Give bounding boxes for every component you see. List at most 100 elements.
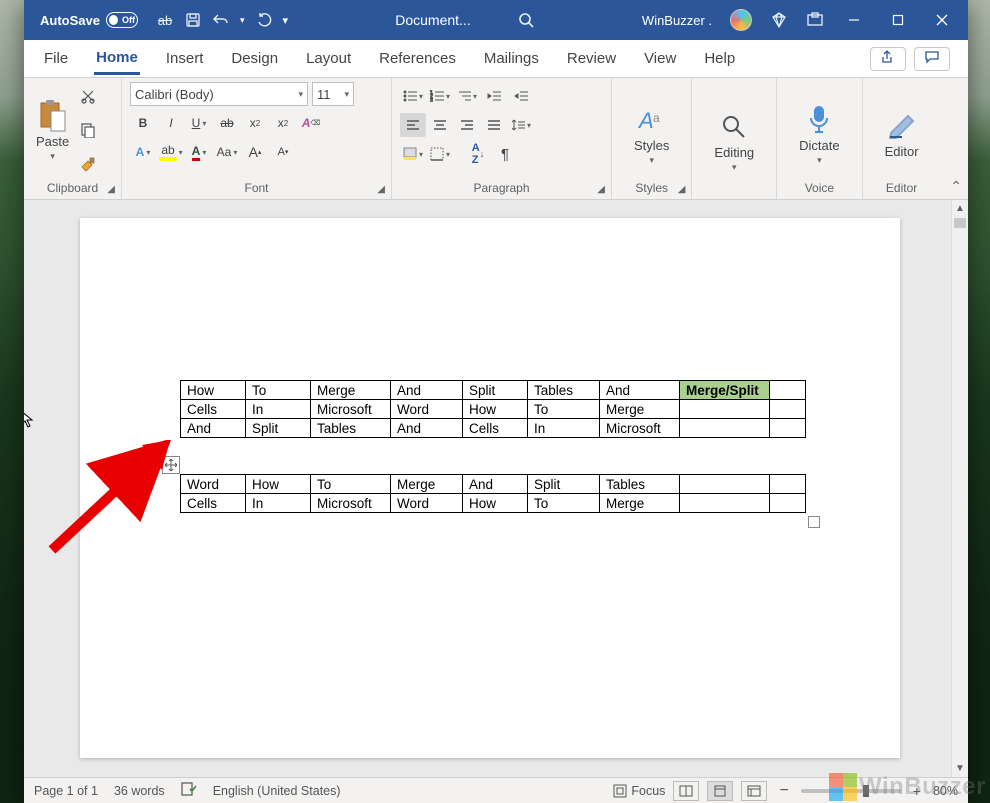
table-cell[interactable]	[680, 475, 770, 494]
font-size-combo[interactable]: 11▾	[312, 82, 354, 106]
shading-button[interactable]	[400, 142, 426, 166]
table-cell[interactable]: To	[528, 400, 600, 419]
table-cell[interactable]: And	[391, 419, 463, 438]
table-cell[interactable]	[770, 381, 806, 400]
table-cell[interactable]: To	[311, 475, 391, 494]
close-button[interactable]	[920, 0, 964, 40]
table-cell[interactable]: Tables	[528, 381, 600, 400]
tab-design[interactable]: Design	[229, 44, 280, 73]
bold-button[interactable]: B	[130, 111, 156, 135]
zoom-out-button[interactable]: −	[775, 782, 792, 800]
language-indicator[interactable]: English (United States)	[213, 784, 341, 798]
table-cell[interactable]: Merge	[311, 381, 391, 400]
table-cell[interactable]: How	[463, 494, 528, 513]
sort-button[interactable]: AZ↓	[465, 142, 491, 166]
table-cell[interactable]: Word	[391, 400, 463, 419]
page[interactable]: HowToMergeAndSplitTablesAndMerge/SplitCe…	[80, 218, 900, 758]
minimize-button[interactable]	[832, 0, 876, 40]
table-resize-handle-icon[interactable]	[808, 516, 820, 528]
decrease-indent-button[interactable]	[481, 84, 507, 108]
styles-launcher-icon[interactable]: ◢	[678, 184, 686, 195]
table-cell[interactable]	[770, 400, 806, 419]
tab-insert[interactable]: Insert	[164, 44, 206, 73]
bullets-button[interactable]	[400, 84, 426, 108]
table-cell[interactable]: Tables	[311, 419, 391, 438]
table-cell[interactable]: Word	[181, 475, 246, 494]
search-icon[interactable]	[517, 11, 535, 29]
user-avatar-icon[interactable]	[730, 9, 752, 31]
document-area[interactable]: HowToMergeAndSplitTablesAndMerge/SplitCe…	[24, 200, 968, 777]
tab-review[interactable]: Review	[565, 44, 618, 73]
maximize-button[interactable]	[876, 0, 920, 40]
grow-font-button[interactable]: A▴	[242, 140, 268, 164]
multilevel-button[interactable]	[454, 84, 480, 108]
share-button[interactable]	[870, 47, 906, 71]
clear-format-button[interactable]: A⌫	[298, 111, 324, 135]
app-mode-icon[interactable]	[806, 11, 824, 29]
read-mode-icon[interactable]	[673, 781, 699, 801]
toggle-track[interactable]: Off	[106, 12, 138, 28]
line-spacing-button[interactable]	[508, 113, 534, 137]
tab-home[interactable]: Home	[94, 43, 140, 75]
copy-icon[interactable]	[79, 121, 97, 139]
editor-button[interactable]: Editor	[871, 82, 933, 179]
table-cell[interactable]	[770, 475, 806, 494]
table-cell[interactable]: In	[246, 400, 311, 419]
save-icon[interactable]	[184, 11, 202, 29]
table-cell[interactable]: To	[528, 494, 600, 513]
editing-button[interactable]: Editing▾	[700, 82, 768, 193]
spellcheck-icon[interactable]	[181, 782, 197, 799]
tab-mailings[interactable]: Mailings	[482, 44, 541, 73]
scroll-up-icon[interactable]: ▲	[952, 200, 968, 217]
table-cell[interactable]: And	[463, 475, 528, 494]
tab-view[interactable]: View	[642, 44, 678, 73]
undo-icon[interactable]	[212, 11, 230, 29]
text-effects-button[interactable]: A	[130, 140, 156, 164]
table-cell[interactable]: Tables	[600, 475, 680, 494]
numbering-button[interactable]: 123	[427, 84, 453, 108]
table-cell[interactable]	[680, 400, 770, 419]
scroll-thumb[interactable]	[954, 218, 966, 228]
table-cell[interactable]: Split	[528, 475, 600, 494]
table-cell[interactable]: Cells	[463, 419, 528, 438]
table-cell[interactable]: How	[463, 400, 528, 419]
tab-layout[interactable]: Layout	[304, 44, 353, 73]
styles-button[interactable]: Aa Styles▾	[620, 82, 683, 179]
table-cell[interactable]: How	[181, 381, 246, 400]
table-cell[interactable]: Microsoft	[311, 400, 391, 419]
cut-icon[interactable]	[79, 87, 97, 105]
table-cell[interactable]: And	[391, 381, 463, 400]
table-cell[interactable]: Split	[463, 381, 528, 400]
justify-button[interactable]	[481, 113, 507, 137]
table-cell[interactable]: Microsoft	[600, 419, 680, 438]
table-cell[interactable]: To	[246, 381, 311, 400]
align-right-button[interactable]	[454, 113, 480, 137]
paste-button[interactable]: Paste ▾	[32, 82, 73, 179]
word-count[interactable]: 36 words	[114, 784, 165, 798]
format-painter-icon[interactable]	[79, 156, 97, 174]
clipboard-launcher-icon[interactable]: ◢	[107, 184, 115, 195]
table-cell[interactable]: Word	[391, 494, 463, 513]
table-cell[interactable]: Merge	[600, 400, 680, 419]
table-cell[interactable]: Merge/Split	[680, 381, 770, 400]
change-case-button[interactable]: Aa	[214, 140, 240, 164]
redo-icon[interactable]	[255, 11, 273, 29]
dictate-button[interactable]: Dictate▾	[785, 82, 853, 179]
page-indicator[interactable]: Page 1 of 1	[34, 784, 98, 798]
table-cell[interactable]: And	[181, 419, 246, 438]
table-cell[interactable]: In	[246, 494, 311, 513]
tab-help[interactable]: Help	[702, 44, 737, 73]
font-color-button[interactable]: A	[186, 140, 212, 164]
strikethrough-icon[interactable]: ab	[156, 11, 174, 29]
align-left-button[interactable]	[400, 113, 426, 137]
document-table-1[interactable]: HowToMergeAndSplitTablesAndMerge/SplitCe…	[180, 380, 806, 438]
table-cell[interactable]: In	[528, 419, 600, 438]
underline-button[interactable]: U	[186, 111, 212, 135]
table-cell[interactable]: Cells	[181, 494, 246, 513]
font-name-combo[interactable]: Calibri (Body)▾	[130, 82, 308, 106]
superscript-button[interactable]: x2	[270, 111, 296, 135]
focus-icon[interactable]: Focus	[613, 784, 665, 798]
italic-button[interactable]: I	[158, 111, 184, 135]
borders-button[interactable]	[427, 142, 453, 166]
comments-button[interactable]	[914, 47, 950, 71]
